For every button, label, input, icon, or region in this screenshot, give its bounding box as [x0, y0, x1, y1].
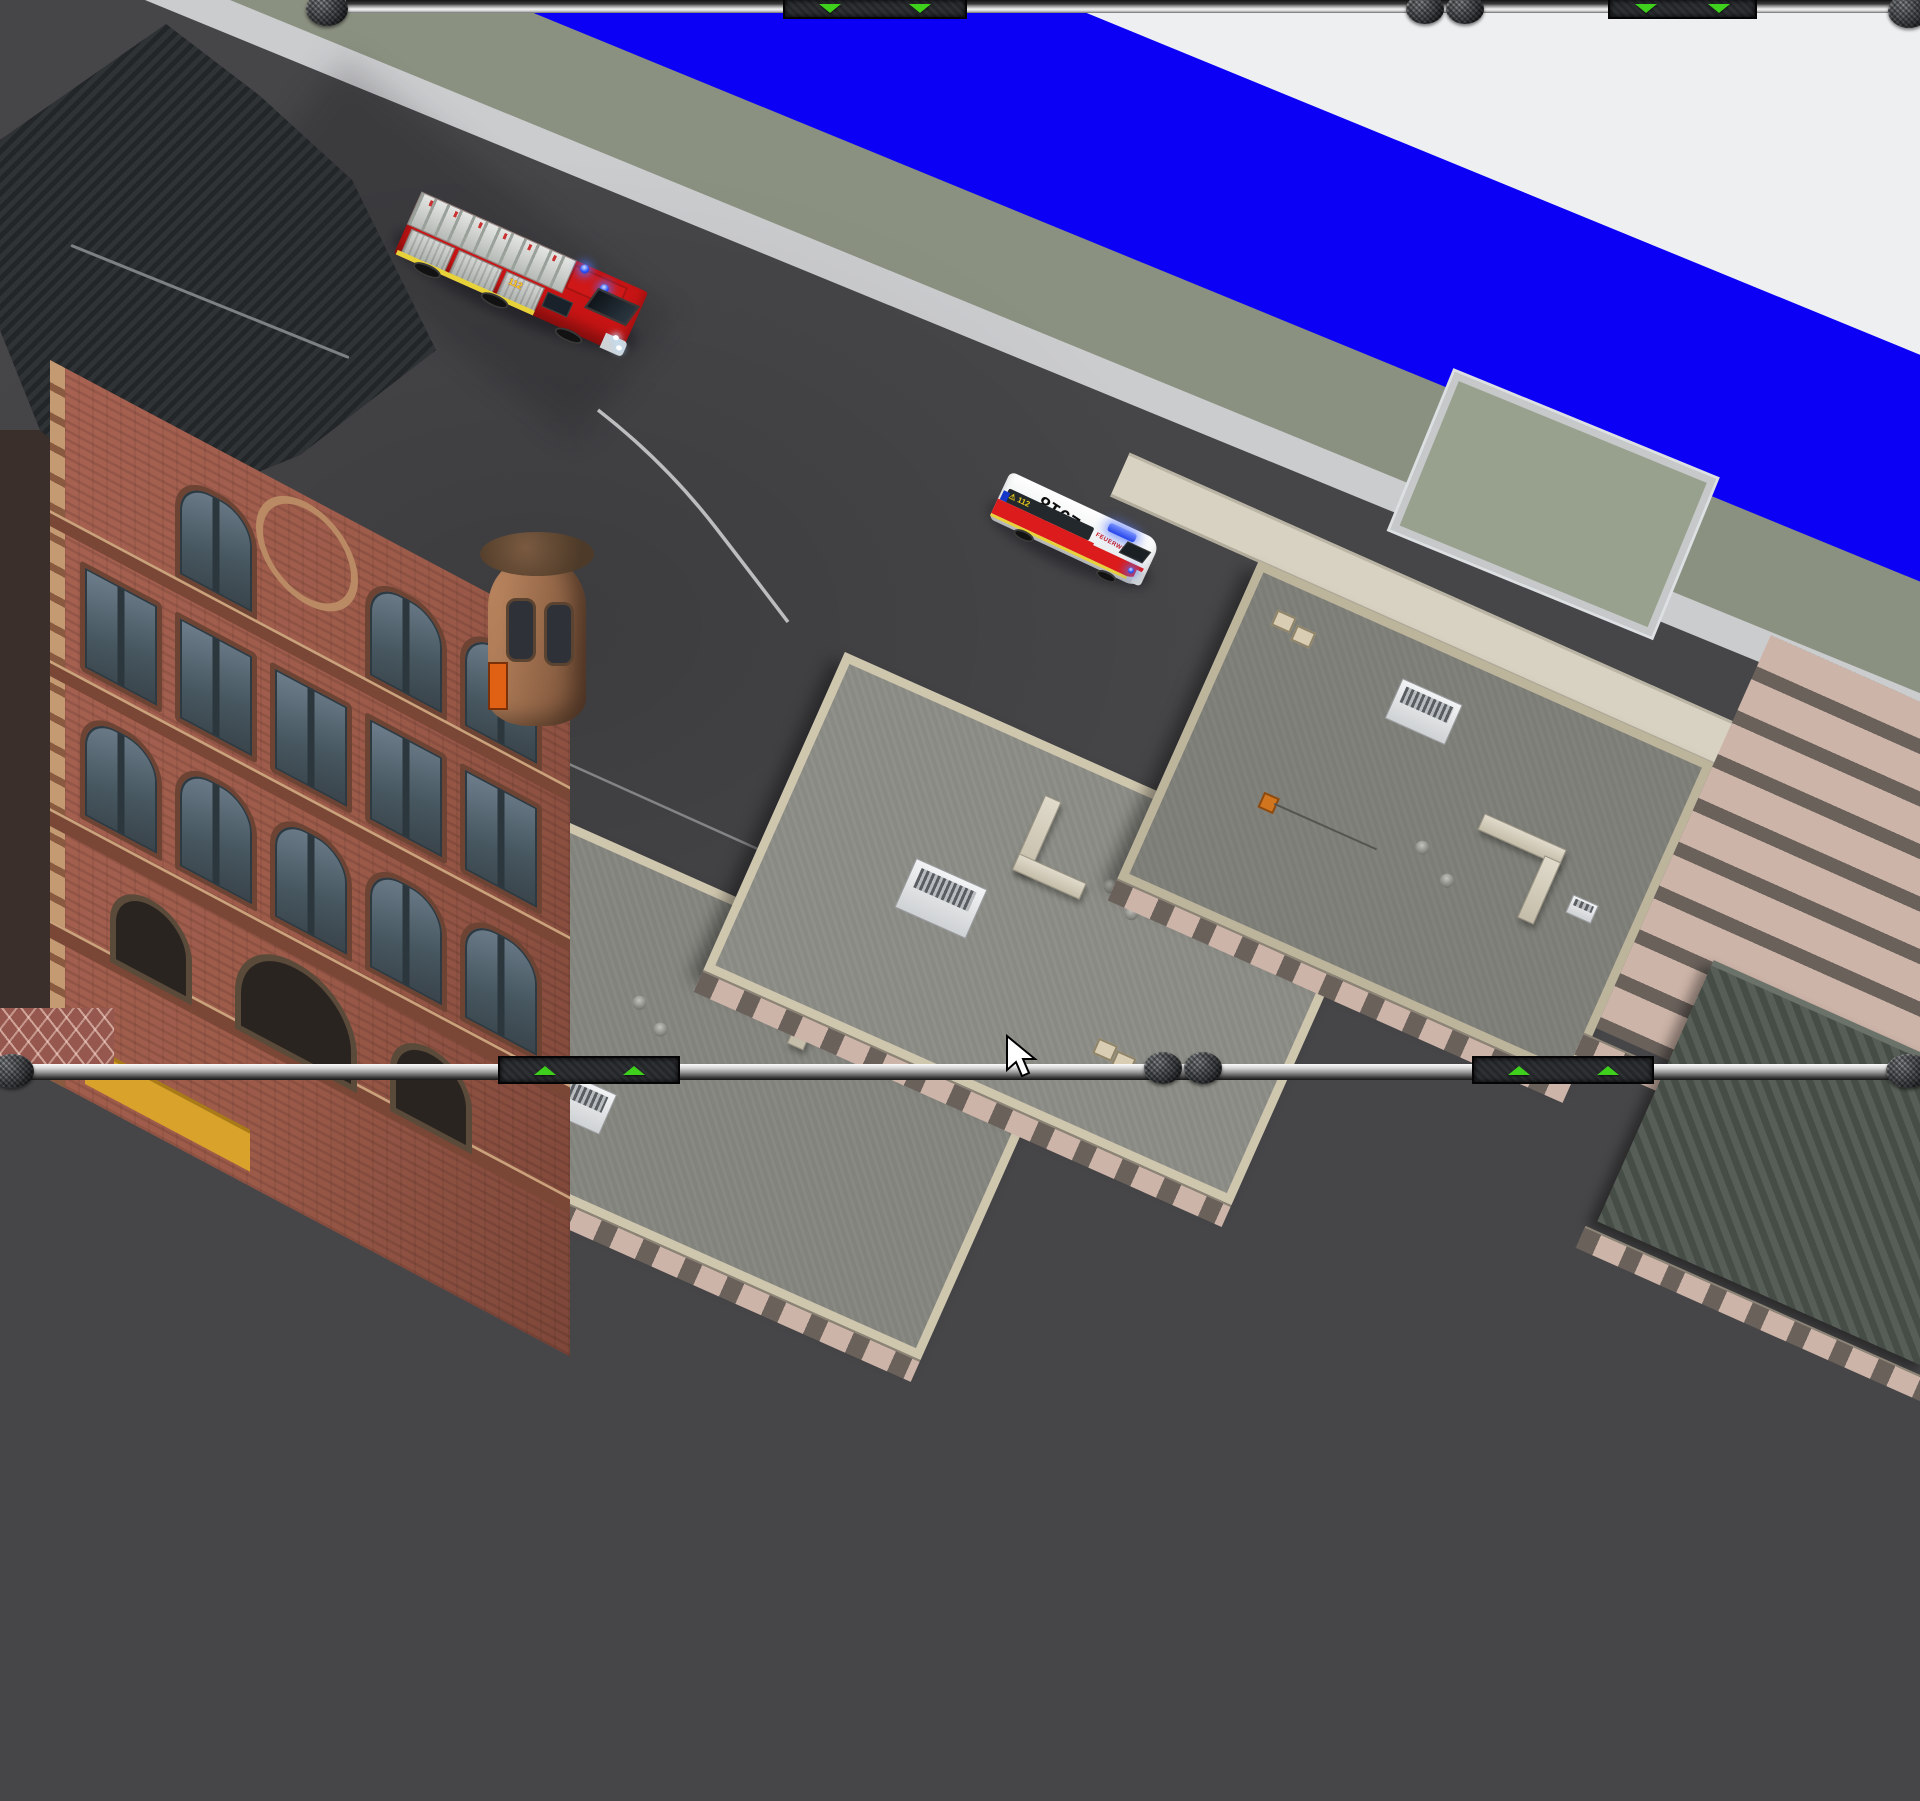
corner-turret: [488, 556, 586, 726]
roof-duct: [1012, 853, 1087, 900]
scroll-up-icon[interactable]: [1508, 1066, 1530, 1075]
roof-vent: [651, 1020, 669, 1038]
mouse-cursor: [1004, 1034, 1038, 1080]
bottom-bar-knob: [1144, 1052, 1182, 1084]
roof-wire: [1274, 803, 1377, 850]
roof-ridge: [70, 244, 349, 359]
turret-window: [506, 598, 536, 662]
bottom-bar-knob: [1184, 1052, 1222, 1084]
roof-vent: [630, 994, 648, 1012]
roof-vent: [1413, 839, 1431, 857]
roof-box: [1271, 609, 1297, 633]
scroll-down-icon[interactable]: [909, 4, 931, 13]
game-world[interactable]: 112 HH- 2918 ⚠ 112 FEUERWEHR: [0, 0, 1920, 1080]
roof-box: [1290, 625, 1316, 649]
scroll-down-icon[interactable]: [1635, 4, 1657, 13]
top-scroll-panel-2[interactable]: [1608, 0, 1757, 19]
top-scroll-panel-1[interactable]: [783, 0, 967, 19]
game-screen: { "app": {"name": "Emergency rescue simu…: [0, 0, 1920, 1080]
oculus-window: [256, 476, 358, 632]
roof-box: [1565, 894, 1599, 924]
orange-sign: [488, 662, 508, 710]
roof-duct: [1517, 855, 1561, 924]
brick-building[interactable]: [50, 360, 570, 1356]
roof-vent: [1438, 871, 1456, 889]
ac-unit: [1385, 678, 1463, 745]
scroll-up-icon[interactable]: [623, 1066, 645, 1075]
scroll-down-icon[interactable]: [819, 4, 841, 13]
scroll-down-icon[interactable]: [1708, 4, 1730, 13]
ac-unit: [894, 858, 987, 939]
scroll-up-icon[interactable]: [534, 1066, 556, 1075]
facade-quoins: [50, 360, 65, 1088]
scroll-up-icon[interactable]: [1597, 1066, 1619, 1075]
turret-window: [544, 602, 574, 666]
